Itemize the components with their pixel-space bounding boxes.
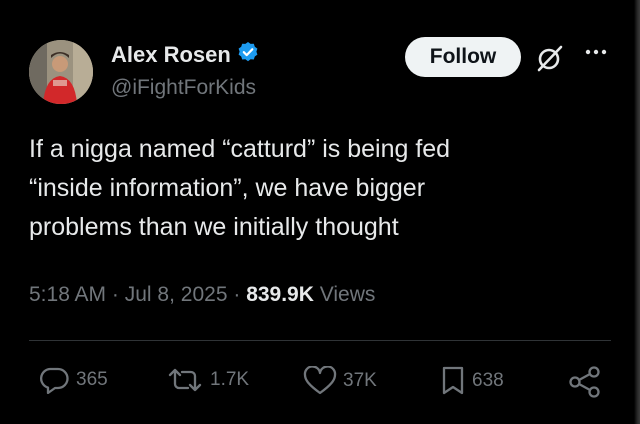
tweet-line: problems than we initially thought (29, 213, 399, 241)
tweet-meta: 5:18 AM · Jul 8, 2025 · 839.9K Views (29, 283, 375, 307)
avatar-photo (29, 40, 93, 104)
tweet-date[interactable]: Jul 8, 2025 (125, 283, 228, 306)
avatar[interactable] (29, 40, 93, 104)
repost-button[interactable]: 1.7K (166, 366, 249, 394)
meta-separator: · (233, 283, 241, 306)
author-handle[interactable]: @iFightForKids (111, 76, 256, 100)
tweet-line: If a nigga named “catturd” is being fed (29, 135, 451, 163)
author-name-row[interactable]: Alex Rosen (111, 41, 259, 68)
verified-badge-icon (237, 41, 259, 68)
reply-icon (38, 366, 70, 394)
bookmark-icon (440, 366, 466, 396)
like-button[interactable]: 37K (303, 366, 377, 396)
reply-button[interactable]: 365 (38, 366, 108, 394)
tweet-time[interactable]: 5:18 AM (29, 283, 106, 306)
meta-separator: · (111, 283, 119, 306)
repost-count: 1.7K (210, 369, 250, 390)
bookmark-button[interactable]: 638 (440, 366, 504, 396)
reply-count: 365 (76, 369, 108, 390)
share-icon (568, 366, 602, 398)
repost-icon (166, 366, 204, 394)
more-icon[interactable] (582, 44, 610, 60)
views-label: Views (319, 283, 376, 306)
bookmark-count: 638 (472, 370, 504, 391)
tweet-line: “inside information”, we have bigger (29, 174, 426, 202)
window-edge (634, 0, 640, 424)
share-button[interactable] (568, 366, 602, 398)
heart-icon (303, 366, 337, 396)
like-count: 37K (343, 370, 377, 391)
author-name[interactable]: Alex Rosen (111, 42, 231, 68)
follow-button[interactable]: Follow (405, 37, 521, 77)
tweet-text: If a nigga named “catturd” is being fed … (29, 130, 589, 247)
grok-icon[interactable] (535, 43, 565, 73)
views-count: 839.9K (246, 283, 314, 306)
divider (29, 340, 611, 341)
